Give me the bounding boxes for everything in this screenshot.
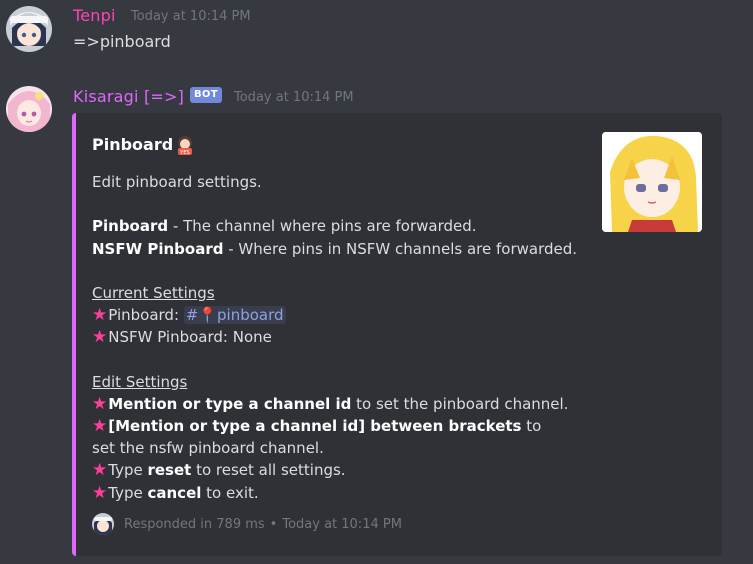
star-icon: ★ [92, 393, 108, 414]
current-nsfw-text: NSFW Pinboard: None [108, 328, 272, 347]
current-settings-heading: Current Settings [92, 283, 215, 302]
current-pinboard-prefix: Pinboard: [108, 306, 184, 325]
star-icon: ★ [92, 416, 108, 437]
edit1-bold: Mention or type a channel id [108, 394, 352, 413]
svg-text:YES: YES [179, 150, 189, 156]
channel-mention-pinboard[interactable]: #📍pinboard [183, 306, 286, 325]
embed-title: Pinboard [92, 135, 174, 154]
edit1-rest: to set the pinboard channel. [351, 394, 569, 413]
edit-line-4: ★Type cancel to exit. [92, 482, 592, 504]
yes-emoji-icon: YES [174, 134, 196, 156]
nsfw-desc: - Where pins in NSFW channels are forwar… [223, 239, 578, 258]
pinboard-desc: - The channel where pins are forwarded. [168, 217, 477, 236]
footer-timestamp: Today at 10:14 PM [282, 516, 402, 532]
edit-line-3: ★Type reset to reset all settings. [92, 459, 592, 481]
embed-footer: Responded in 789 ms • Today at 10:14 PM [92, 513, 402, 535]
star-icon: ★ [92, 327, 108, 348]
desc-intro: Edit pinboard settings. [92, 173, 262, 191]
edit4-rest: to exit. [201, 483, 259, 502]
star-icon: ★ [92, 305, 108, 326]
edit3-pre: Type [108, 461, 148, 480]
star-icon: ★ [92, 482, 108, 503]
pinboard-label: Pinboard [92, 217, 169, 236]
message-timestamp: Today at 10:14 PM [234, 90, 354, 105]
nsfw-label: NSFW Pinboard [92, 239, 224, 258]
edit2-bold: [Mention or type a channel id] between b… [108, 417, 522, 436]
username-tenpi[interactable]: Tenpi [73, 6, 116, 25]
desc-pinboard-line: Pinboard - The channel where pins are fo… [92, 215, 592, 237]
username-kisaragi[interactable]: Kisaragi [=>] [73, 87, 184, 106]
edit-line-1: ★Mention or type a channel id to set the… [92, 393, 592, 415]
edit-line-2: ★[Mention or type a channel id] between … [92, 415, 562, 459]
footer-text: Responded in 789 ms [124, 516, 265, 532]
edit4-bold: cancel [147, 483, 202, 502]
current-nsfw-line: ★NSFW Pinboard: None [92, 326, 592, 348]
avatar-kisaragi[interactable] [6, 86, 52, 132]
embed-accent-bar [72, 113, 76, 556]
message-content: =>pinboard [73, 32, 171, 51]
pinboard-embed: Pinboard YES Edit pinboard settings. Pin… [72, 113, 722, 556]
message-timestamp: Today at 10:14 PM [131, 9, 251, 24]
edit4-pre: Type [108, 483, 148, 502]
embed-thumbnail[interactable] [602, 132, 702, 232]
edit3-bold: reset [147, 461, 192, 480]
current-pinboard-line: ★Pinboard: #📍pinboard [92, 304, 592, 326]
edit-settings-heading: Edit Settings [92, 372, 188, 391]
embed-description: Edit pinboard settings. Pinboard - The c… [92, 171, 592, 504]
desc-nsfw-line: NSFW Pinboard - Where pins in NSFW chann… [92, 238, 592, 260]
avatar-tenpi[interactable] [6, 6, 52, 52]
edit3-rest: to reset all settings. [191, 461, 346, 480]
star-icon: ★ [92, 460, 108, 481]
footer-separator: • [269, 516, 278, 532]
bot-badge: BOT [190, 87, 222, 103]
footer-avatar-icon [92, 513, 114, 535]
